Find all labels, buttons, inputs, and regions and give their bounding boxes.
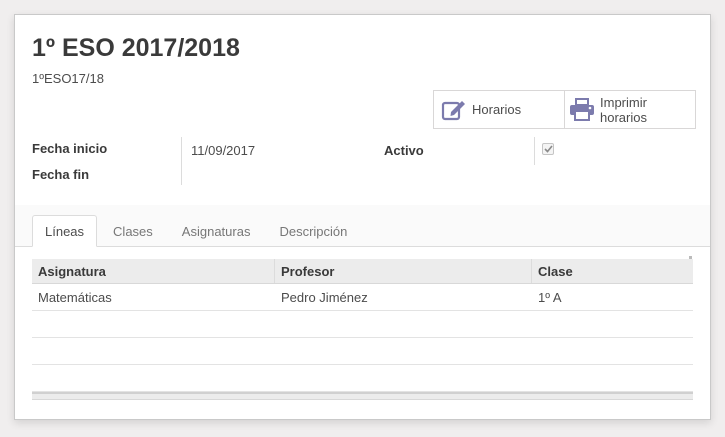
- active-label: Activo: [384, 143, 424, 158]
- schedules-button-label: Horarios: [472, 102, 522, 117]
- column-header-subject[interactable]: Asignatura: [32, 259, 275, 283]
- schedules-button[interactable]: Horarios: [433, 90, 565, 129]
- cell-teacher: Pedro Jiménez: [281, 289, 368, 305]
- form-sheet: 1º ESO 2017/2018 1ºESO17/18 Horarios Imp…: [14, 14, 711, 420]
- column-header-teacher[interactable]: Profesor: [275, 259, 532, 283]
- check-icon: [543, 145, 553, 153]
- print-icon: [569, 97, 595, 123]
- empty-row: [32, 365, 693, 392]
- tab-lines[interactable]: Líneas: [32, 215, 98, 247]
- table-footer: [32, 392, 693, 400]
- empty-row: [32, 311, 693, 338]
- lines-table: Asignatura Profesor Clase Matemáticas Pe…: [32, 259, 693, 400]
- edit-icon: [441, 97, 467, 123]
- print-schedules-button[interactable]: Imprimir horarios: [565, 90, 696, 129]
- notebook-tabs: Líneas Clases Asignaturas Descripción: [32, 215, 363, 247]
- tab-description[interactable]: Descripción: [266, 215, 360, 247]
- record-title: 1º ESO 2017/2018: [32, 34, 240, 62]
- active-checkbox[interactable]: [542, 143, 554, 155]
- column-header-class[interactable]: Clase: [532, 259, 693, 283]
- empty-row: [32, 338, 693, 365]
- cell-subject: Matemáticas: [38, 289, 112, 305]
- end-date-label: Fecha fin: [32, 167, 90, 182]
- start-date-label: Fecha inicio: [32, 141, 108, 156]
- field-divider: [181, 137, 182, 185]
- field-divider: [534, 137, 535, 165]
- start-date-value[interactable]: 11/09/2017: [191, 143, 255, 158]
- table-header: Asignatura Profesor Clase: [32, 259, 693, 284]
- cell-class: 1º A: [538, 289, 562, 305]
- tab-subjects[interactable]: Asignaturas: [169, 215, 264, 247]
- button-box: Horarios Imprimir horarios: [433, 90, 696, 129]
- record-code: 1ºESO17/18: [32, 71, 104, 86]
- table-row[interactable]: Matemáticas Pedro Jiménez 1º A: [32, 284, 693, 311]
- print-schedules-button-label: Imprimir horarios: [600, 94, 647, 125]
- tab-classes[interactable]: Clases: [100, 215, 166, 247]
